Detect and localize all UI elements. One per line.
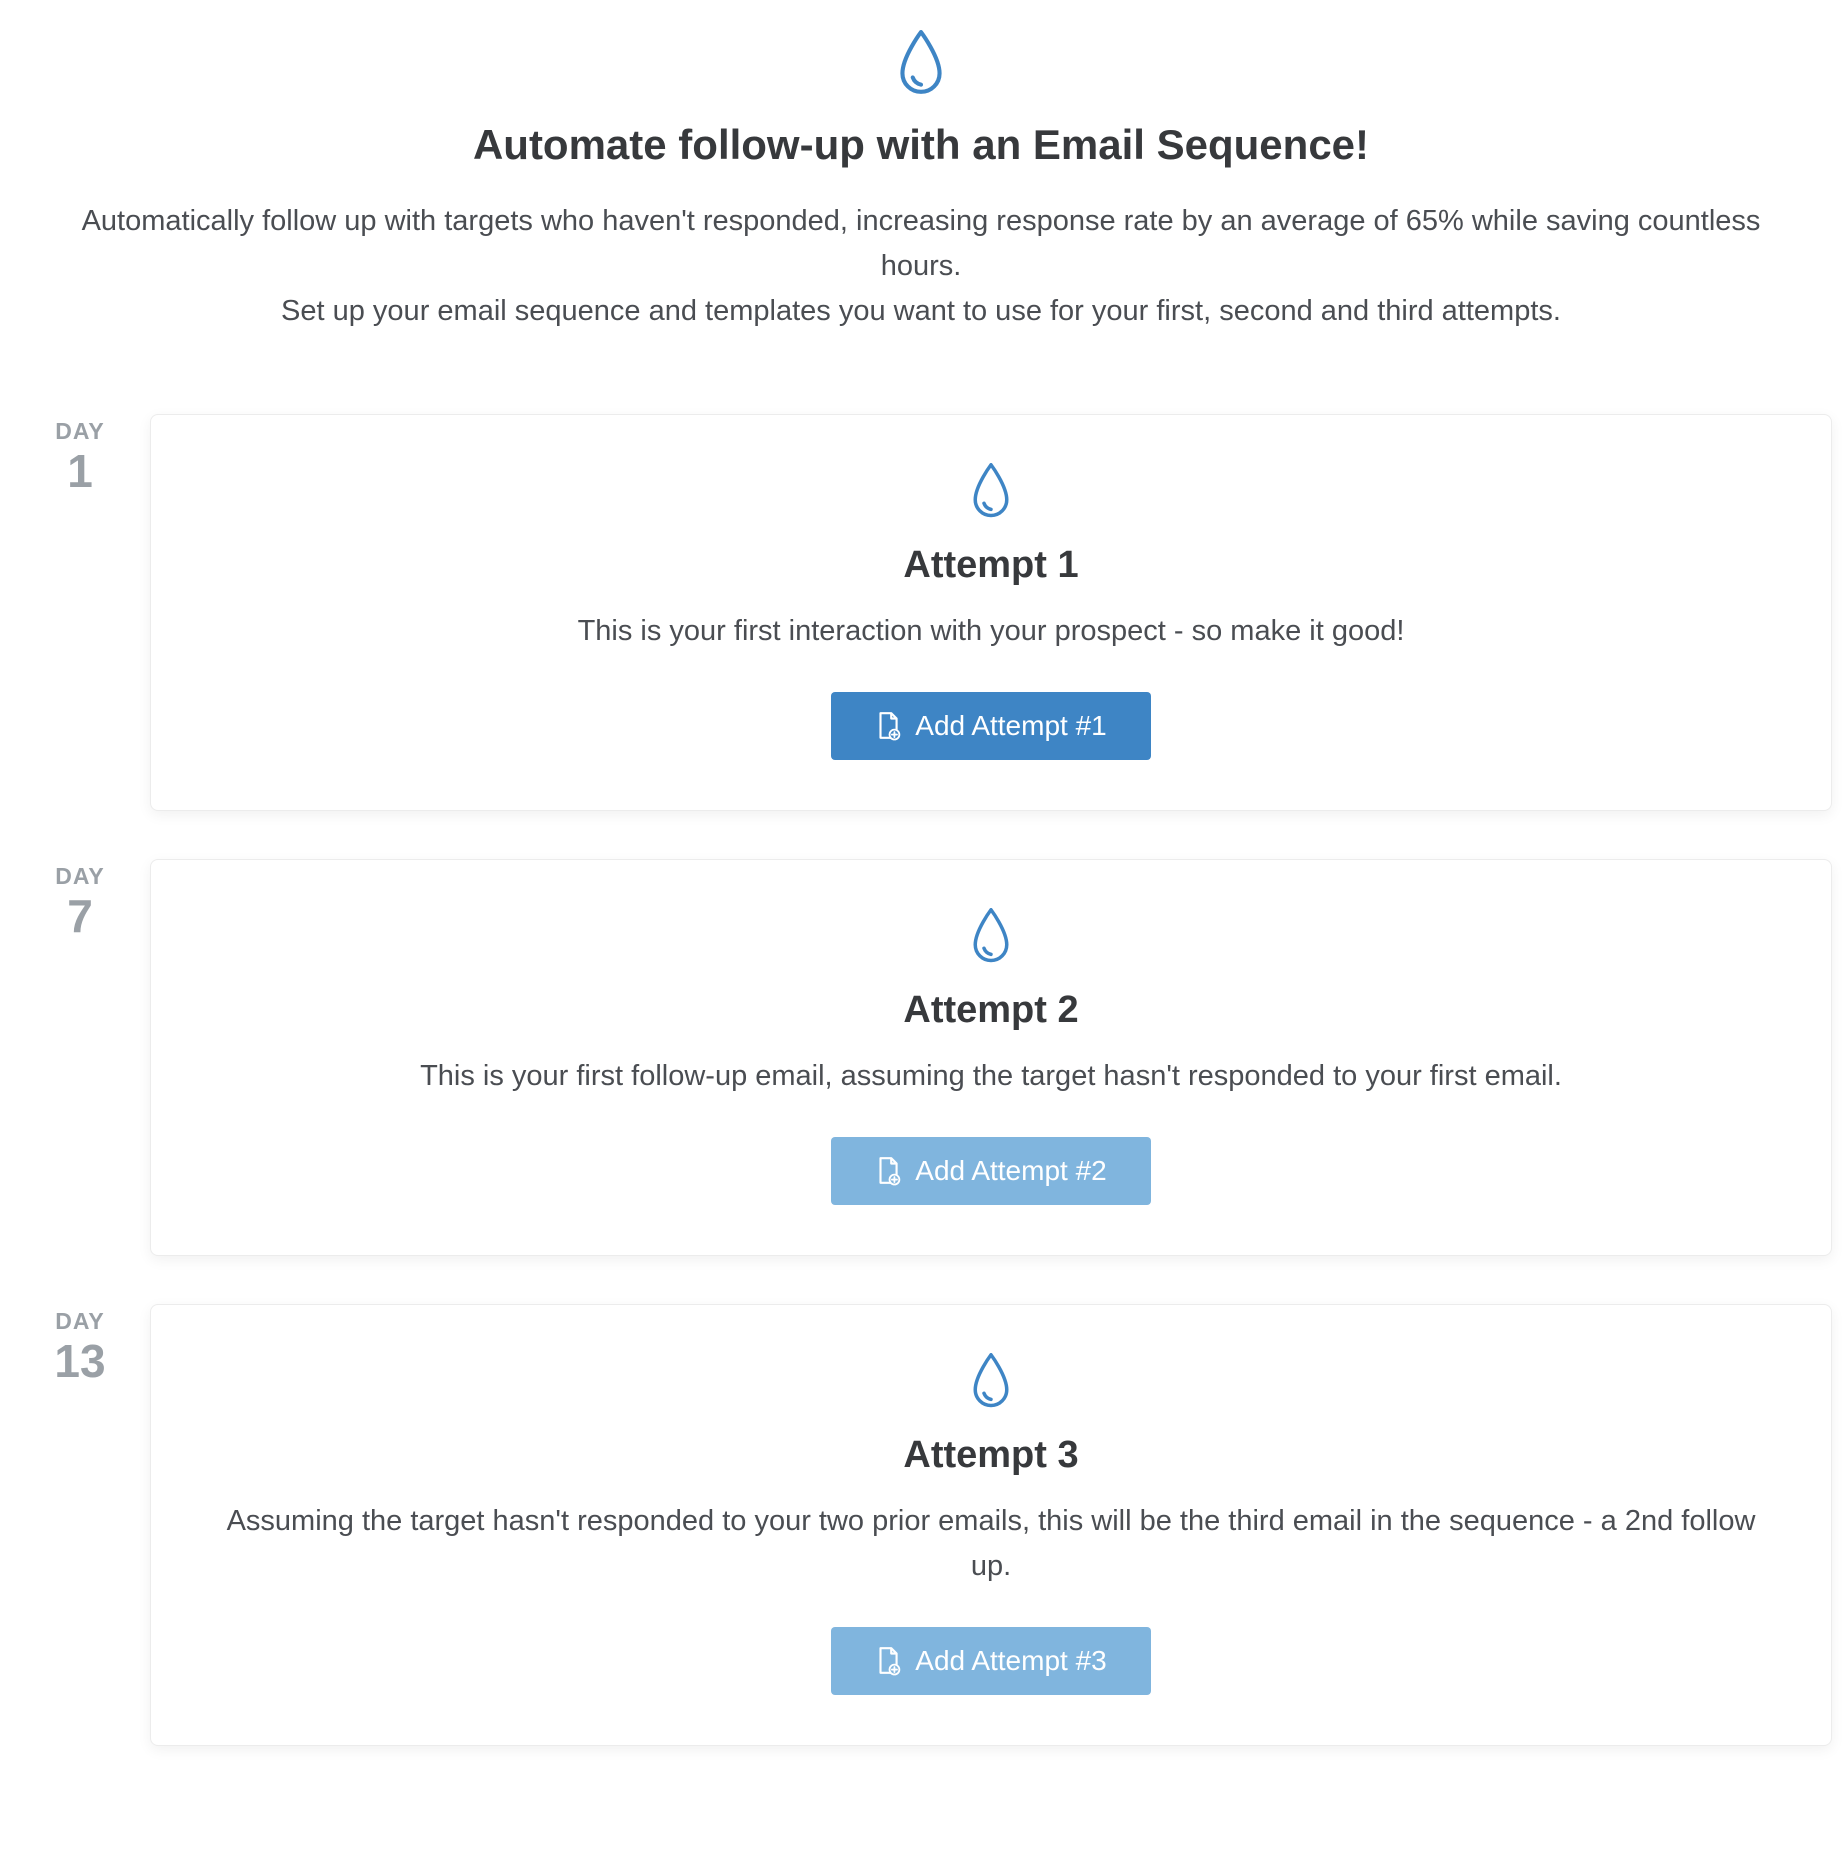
button-label: Add Attempt #3 <box>915 1645 1106 1677</box>
add-attempt-button[interactable]: Add Attempt #1 <box>831 692 1150 760</box>
day-indicator: DAY 1 <box>10 414 150 495</box>
hero-section: Automate follow-up with an Email Sequenc… <box>71 30 1771 334</box>
hero-line-1: Automatically follow up with targets who… <box>71 199 1771 289</box>
file-add-icon <box>875 711 901 741</box>
day-number: 1 <box>10 447 150 495</box>
step-row: DAY 13 Attempt 3 Assuming the target has… <box>10 1304 1832 1746</box>
day-label: DAY <box>10 1308 150 1335</box>
hero-line-2: Set up your email sequence and templates… <box>71 289 1771 334</box>
water-drop-icon <box>970 908 1012 964</box>
day-indicator: DAY 13 <box>10 1304 150 1385</box>
page-root: Automate follow-up with an Email Sequenc… <box>0 0 1842 1806</box>
step-row: DAY 7 Attempt 2 This is your first follo… <box>10 859 1832 1256</box>
attempt-title: Attempt 2 <box>211 989 1771 1032</box>
file-add-icon <box>875 1646 901 1676</box>
water-drop-icon <box>970 1353 1012 1409</box>
attempt-card: Attempt 2 This is your first follow-up e… <box>150 859 1832 1256</box>
attempt-card: Attempt 3 Assuming the target hasn't res… <box>150 1304 1832 1746</box>
hero-title: Automate follow-up with an Email Sequenc… <box>71 121 1771 169</box>
attempt-card: Attempt 1 This is your first interaction… <box>150 414 1832 811</box>
water-drop-icon <box>970 463 1012 519</box>
timeline: DAY 1 Attempt 1 This is your first inter… <box>0 414 1842 1746</box>
day-indicator: DAY 7 <box>10 859 150 940</box>
button-label: Add Attempt #2 <box>915 1155 1106 1187</box>
add-attempt-button[interactable]: Add Attempt #3 <box>831 1627 1150 1695</box>
day-label: DAY <box>10 418 150 445</box>
attempt-title: Attempt 1 <box>211 544 1771 587</box>
attempt-description: This is your first interaction with your… <box>211 609 1771 654</box>
file-add-icon <box>875 1156 901 1186</box>
step-row: DAY 1 Attempt 1 This is your first inter… <box>10 414 1832 811</box>
day-number: 7 <box>10 892 150 940</box>
day-number: 13 <box>10 1337 150 1385</box>
attempt-description: Assuming the target hasn't responded to … <box>211 1499 1771 1589</box>
attempt-title: Attempt 3 <box>211 1434 1771 1477</box>
day-label: DAY <box>10 863 150 890</box>
add-attempt-button[interactable]: Add Attempt #2 <box>831 1137 1150 1205</box>
water-drop-icon <box>896 30 946 96</box>
attempt-description: This is your first follow-up email, assu… <box>211 1054 1771 1099</box>
button-label: Add Attempt #1 <box>915 710 1106 742</box>
